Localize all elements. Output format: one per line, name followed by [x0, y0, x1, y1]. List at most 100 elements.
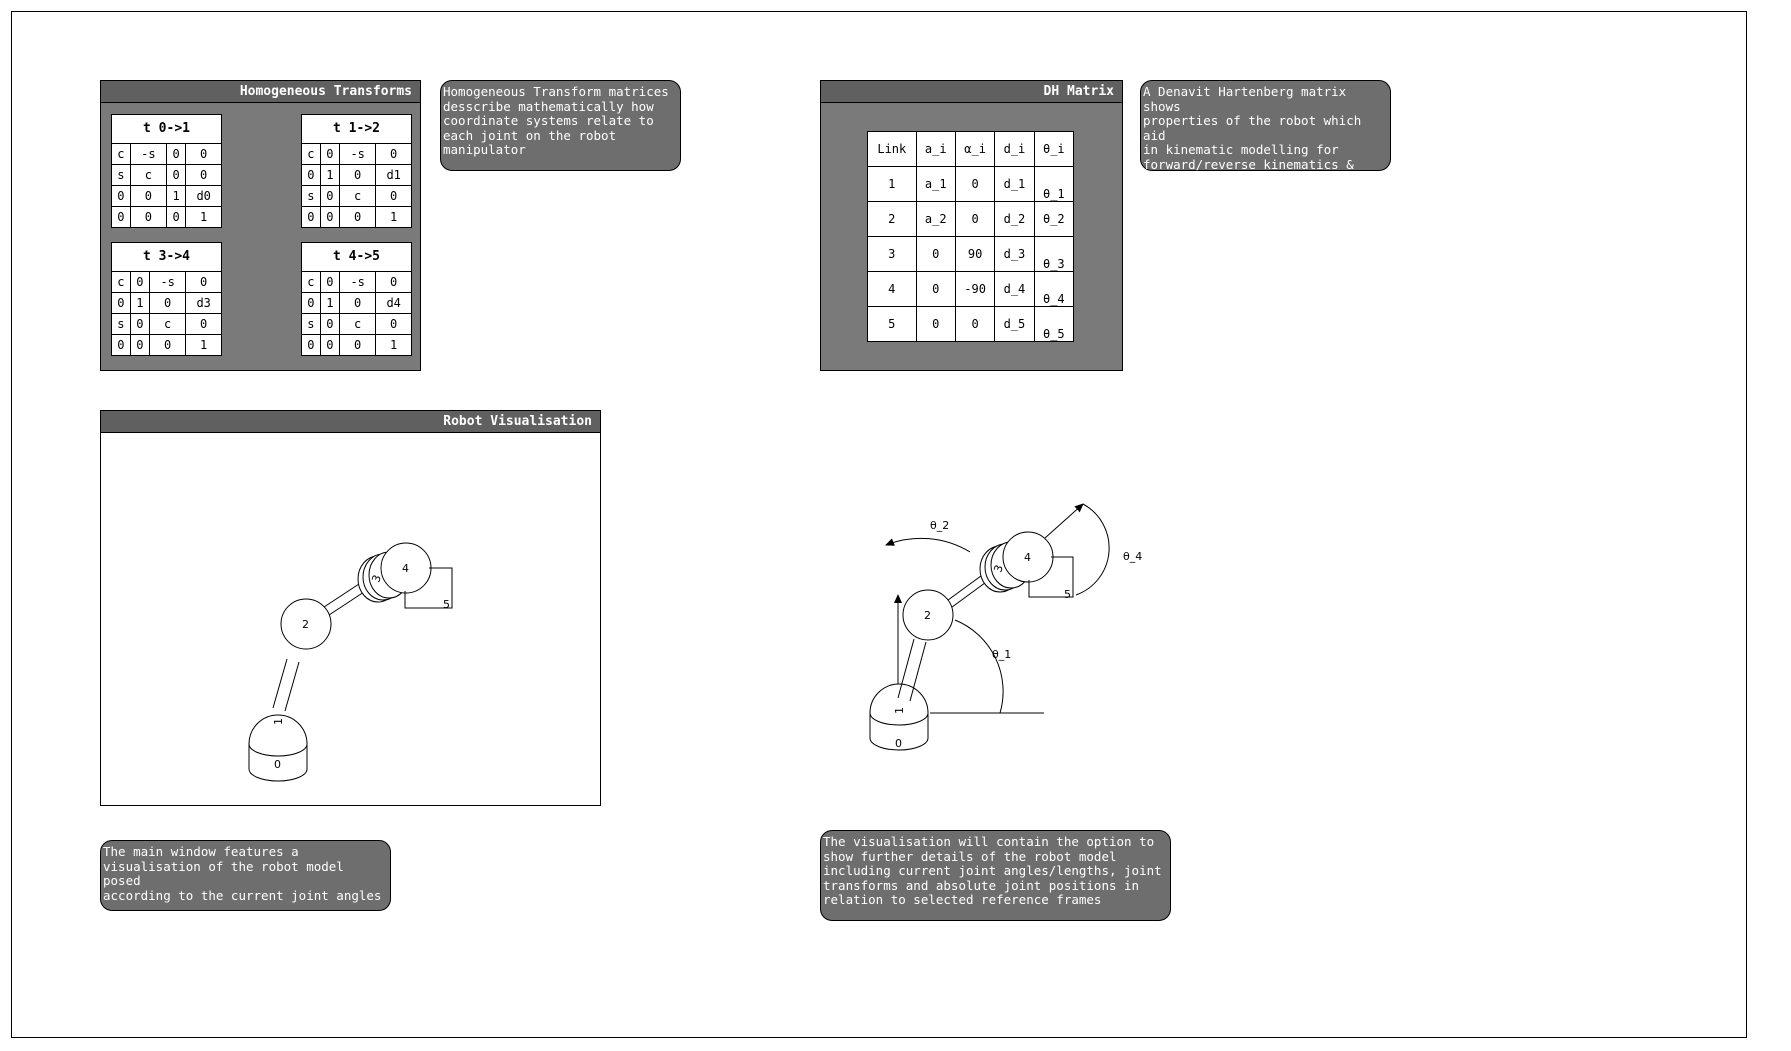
dh-matrix-note: A Denavit Hartenberg matrix shows proper… [1140, 80, 1391, 186]
robot-visualisation-note: The main window features a visualisation… [100, 840, 391, 911]
homogeneous-transforms-note: Homogeneous Transform matrices desscribe… [440, 80, 681, 171]
matrix-cell: 0 [185, 144, 221, 165]
matrix-cell: 0 [129, 334, 151, 355]
matrix-cell: 0 [319, 185, 341, 207]
dh-cell: 0 [915, 306, 956, 342]
theta-2-label: θ_2 [930, 519, 949, 532]
matrix-t34: t 3->4 c 0 -s 0 0 1 0 d3 s0c0 0001 [111, 242, 222, 356]
matrix-cell: 0 [375, 144, 411, 165]
matrix-cell: 1 [185, 334, 221, 355]
matrix-cell: s [112, 313, 131, 335]
matrix-cell: 1 [319, 164, 341, 186]
matrix-cell: s [302, 313, 321, 335]
dh-header: Link [867, 131, 917, 167]
matrix-cell: c [149, 313, 187, 335]
matrix-t12: t 1->2 c 0 -s 0 0 1 0 d1 s0c0 0001 [301, 114, 412, 228]
dh-cell: θ_1 [1033, 166, 1075, 202]
dh-cell: 4 [867, 271, 917, 307]
matrix-cell: s [302, 185, 321, 207]
dh-cell: d_5 [994, 306, 1035, 342]
matrix-cell: c [339, 185, 377, 207]
dh-header: θ_i [1033, 131, 1075, 167]
matrix-cell: 0 [339, 292, 377, 314]
matrix-cell: d3 [185, 292, 221, 314]
matrix-cell: 0 [302, 206, 321, 227]
matrix-cell: c [112, 144, 131, 165]
matrix-cell: 0 [302, 164, 321, 186]
detail-joint-label-1: 1 [893, 707, 906, 714]
matrix-cell: 0 [165, 164, 187, 186]
matrix-cell: 1 [319, 292, 341, 314]
viz-joint-label-0: 0 [274, 758, 281, 771]
dh-header: a_i [915, 131, 956, 167]
matrix-cell: 0 [339, 334, 377, 355]
matrix-cell: 0 [129, 206, 167, 227]
matrix-cell: 0 [185, 313, 221, 335]
matrix-cell: c [112, 272, 131, 293]
viz-joint-label-1: 1 [272, 718, 285, 725]
matrix-cell: 0 [319, 144, 341, 165]
matrix-cell: 1 [185, 206, 221, 227]
matrix-cell: 0 [129, 272, 151, 293]
viz-joint-label-5: 5 [443, 598, 450, 611]
dh-cell: 2 [867, 201, 917, 237]
dh-cell: 0 [915, 236, 956, 272]
matrix-cell: -s [339, 272, 377, 293]
matrix-cell: 0 [129, 185, 167, 207]
matrix-cell: 1 [165, 185, 187, 207]
robot-visualisation-panel: Robot Visualisation 0 1 2 3 4 5 [100, 410, 601, 806]
dh-cell: -90 [954, 271, 996, 307]
matrix-title: t 4->5 [302, 243, 411, 272]
matrix-cell: d1 [375, 164, 411, 186]
dh-cell: 0 [954, 306, 996, 342]
matrix-cell: c [302, 272, 321, 293]
dh-cell: a_2 [915, 201, 956, 237]
matrix-cell: 0 [149, 334, 187, 355]
matrix-cell: 0 [185, 164, 221, 186]
matrix-cell: 0 [339, 164, 377, 186]
theta-4-label: θ_4 [1123, 550, 1142, 563]
matrix-cell: 0 [339, 206, 377, 227]
dh-cell: a_1 [915, 166, 956, 202]
robot-detail-note: The visualisation will contain the optio… [820, 830, 1171, 921]
matrix-t01: t 0->1 c -s 0 0 sc00 0 0 1 d0 0001 [111, 114, 222, 228]
detail-joint-label-4: 4 [1024, 551, 1031, 564]
matrix-cell: 0 [112, 334, 131, 355]
dh-cell: 5 [867, 306, 917, 342]
dh-cell: θ_5 [1033, 306, 1075, 342]
dh-cell: θ_4 [1033, 271, 1075, 307]
matrix-t45: t 4->5 c 0 -s 0 0 1 0 d4 s0c0 0001 [301, 242, 412, 356]
matrix-cell: 0 [149, 292, 187, 314]
viz-joint-label-4: 4 [402, 562, 409, 575]
matrix-cell: 0 [319, 272, 341, 293]
dh-cell: 90 [954, 236, 996, 272]
homogeneous-transforms-title: Homogeneous Transforms [101, 81, 420, 103]
matrix-cell: c [302, 144, 321, 165]
detail-joint-label-5: 5 [1064, 588, 1071, 601]
matrix-cell: 0 [319, 334, 341, 355]
dh-matrix-title: DH Matrix [821, 81, 1122, 103]
matrix-cell: 0 [319, 206, 341, 227]
matrix-cell: 0 [129, 313, 151, 335]
matrix-cell: d0 [185, 185, 221, 207]
robot-detail-drawing: θ_1 θ_2 θ_4 0 1 2 3 4 5 [869, 503, 1142, 751]
dh-cell: 0 [954, 201, 996, 237]
dh-cell: 0 [915, 271, 956, 307]
matrix-cell: 0 [375, 272, 411, 293]
matrix-cell: -s [149, 272, 187, 293]
dh-header: α_i [954, 131, 996, 167]
dh-matrix-panel: DH Matrix Link a_i α_i d_i θ_i 1 a_1 0 d_1 θ… [820, 80, 1123, 371]
matrix-cell: 0 [302, 292, 321, 314]
matrix-cell: 0 [319, 313, 341, 335]
dh-cell: 1 [867, 166, 917, 202]
detail-joint-label-0: 0 [895, 737, 902, 750]
matrix-cell: 0 [375, 185, 411, 207]
matrix-cell: d4 [375, 292, 411, 314]
dh-cell: d_3 [994, 236, 1035, 272]
theta-1-label: θ_1 [992, 648, 1011, 661]
homogeneous-transforms-panel: Homogeneous Transforms t 0->1 c -s 0 0 sc00… [100, 80, 421, 371]
dh-cell: d_4 [994, 271, 1035, 307]
dh-cell: θ_3 [1033, 236, 1075, 272]
dh-header: d_i [994, 131, 1035, 167]
matrix-cell: -s [129, 144, 167, 165]
